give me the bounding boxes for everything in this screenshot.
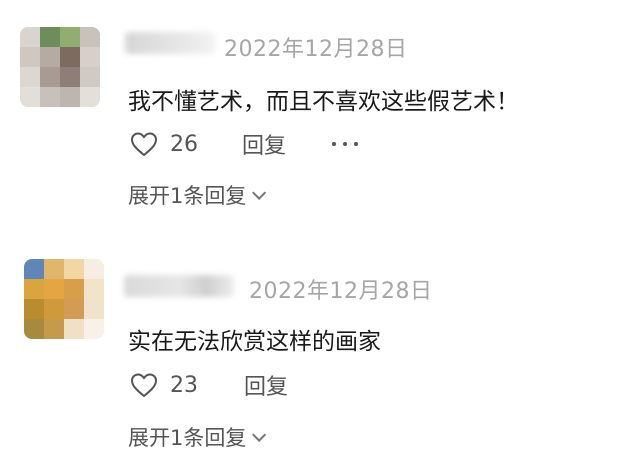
comment-actions: 26 回复 <box>130 128 359 160</box>
avatar-pixel <box>40 27 60 47</box>
comment-item: 2022年12月28日 实在无法欣赏这样的画家 23 回复 展开1条回复 <box>0 215 640 452</box>
avatar-pixel <box>40 67 60 87</box>
avatar-pixel <box>40 47 60 67</box>
like-button[interactable]: 23 <box>130 372 198 398</box>
avatar-pixel <box>20 27 40 47</box>
avatar-pixel <box>64 299 84 319</box>
avatar-pixel <box>84 299 104 319</box>
expand-replies-button[interactable]: 展开1条回复 <box>128 422 267 452</box>
avatar-pixel <box>80 47 100 67</box>
avatar-pixel <box>80 27 100 47</box>
comment-text: 我不懂艺术，而且不喜欢这些假艺术！ <box>128 89 519 115</box>
avatar-pixel <box>40 87 60 107</box>
avatar-pixel <box>64 279 84 299</box>
avatar[interactable] <box>24 259 104 339</box>
avatar-pixel <box>44 279 64 299</box>
avatar-pixel <box>84 319 104 339</box>
avatar-pixel <box>20 87 40 107</box>
heart-icon <box>131 373 157 397</box>
comment-list: 2022年12月28日 我不懂艺术，而且不喜欢这些假艺术！ 26 回复 展开1条… <box>0 0 640 452</box>
avatar-pixel <box>20 47 40 67</box>
expand-replies-button[interactable]: 展开1条回复 <box>128 180 267 210</box>
reply-button[interactable]: 回复 <box>244 369 288 401</box>
heart-icon <box>131 132 157 156</box>
avatar-pixel <box>20 67 40 87</box>
avatar-pixel <box>44 319 64 339</box>
comment-timestamp: 2022年12月28日 <box>224 37 408 62</box>
avatar-pixel <box>24 279 44 299</box>
expand-replies-label: 展开1条回复 <box>128 426 247 450</box>
avatar-pixel <box>60 87 80 107</box>
avatar-pixel <box>44 299 64 319</box>
avatar[interactable] <box>20 27 100 107</box>
avatar-pixel <box>80 67 100 87</box>
avatar-pixel <box>44 259 64 279</box>
avatar-pixel <box>24 259 44 279</box>
avatar-pixel <box>64 319 84 339</box>
avatar-pixel <box>60 47 80 67</box>
avatar-pixel <box>60 67 80 87</box>
chevron-down-icon <box>252 427 267 442</box>
avatar-pixel <box>24 319 44 339</box>
comment-actions: 23 回复 <box>130 370 288 400</box>
username[interactable] <box>125 32 215 54</box>
like-button[interactable]: 26 <box>130 131 198 157</box>
comment-item: 2022年12月28日 我不懂艺术，而且不喜欢这些假艺术！ 26 回复 展开1条… <box>0 0 640 215</box>
reply-button[interactable]: 回复 <box>242 128 286 160</box>
avatar-pixel <box>80 87 100 107</box>
comment-text: 实在无法欣赏这样的画家 <box>128 329 381 355</box>
avatar-pixel <box>60 27 80 47</box>
avatar-pixel <box>64 259 84 279</box>
avatar-pixel <box>84 259 104 279</box>
like-count: 26 <box>170 131 198 157</box>
avatar-pixel <box>84 279 104 299</box>
more-icon[interactable] <box>332 134 359 154</box>
chevron-down-icon <box>252 185 267 200</box>
comment-timestamp: 2022年12月28日 <box>249 279 433 304</box>
like-count: 23 <box>170 372 198 398</box>
avatar-pixel <box>24 299 44 319</box>
username[interactable] <box>124 275 234 297</box>
expand-replies-label: 展开1条回复 <box>128 184 247 208</box>
